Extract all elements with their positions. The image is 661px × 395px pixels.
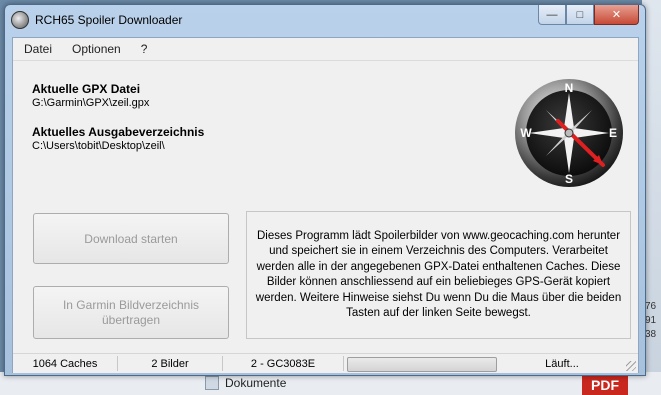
download-start-label: Download starten	[84, 231, 178, 246]
background-number: 76	[645, 301, 657, 312]
status-images-count: 2 Bilder	[118, 356, 223, 371]
status-bar: 1064 Caches 2 Bilder 2 - GC3083E Läuft..…	[13, 353, 638, 373]
app-window: RCH65 Spoiler Downloader — □ ✕ Datei Opt…	[4, 4, 646, 376]
compass-label-w: W	[520, 126, 532, 140]
gpx-file-path: G:\Garmin\GPX\zeil.gpx	[32, 97, 150, 109]
window-controls: — □ ✕	[538, 5, 639, 25]
transfer-garmin-button[interactable]: In Garmin Bildverzeichnis übertragen	[33, 286, 229, 339]
menu-optionen[interactable]: Optionen	[61, 38, 130, 60]
main-content: Aktuelle GPX Datei G:\Garmin\GPX\zeil.gp…	[13, 61, 638, 351]
status-current-cache: 2 - GC3083E	[223, 356, 344, 371]
maximize-button[interactable]: □	[566, 5, 594, 25]
info-panel: Dieses Programm lädt Spoilerbilder von w…	[246, 211, 631, 339]
compass-icon: N E S W	[515, 79, 623, 187]
info-text: Dieses Programm lädt Spoilerbilder von w…	[255, 229, 622, 320]
transfer-label-line1: In Garmin Bildverzeichnis	[62, 297, 200, 312]
compass-label-s: S	[565, 172, 573, 186]
transfer-label-line2: übertragen	[101, 312, 161, 327]
gpx-file-label: Aktuelle GPX Datei	[32, 82, 141, 96]
title-bar[interactable]: RCH65 Spoiler Downloader — □ ✕	[5, 5, 645, 35]
output-dir-path: C:\Users\tobit\Desktop\zeil\	[32, 140, 165, 152]
background-numbers: 76 91 38	[645, 300, 656, 342]
menu-help[interactable]: ?	[130, 38, 157, 60]
documents-label: Dokumente	[225, 376, 287, 390]
background-number: 38	[645, 329, 657, 340]
background-number: 91	[645, 315, 657, 326]
download-progress-bar	[347, 357, 497, 372]
download-start-button[interactable]: Download starten	[33, 213, 229, 264]
resize-grip-icon[interactable]	[626, 361, 636, 371]
output-dir-label: Aktuelles Ausgabeverzeichnis	[32, 125, 205, 139]
status-caches-count: 1064 Caches	[13, 356, 118, 371]
compass-label-n: N	[565, 81, 574, 95]
status-state: Läuft...	[545, 357, 579, 370]
background-documents-item[interactable]: Dokumente	[205, 376, 286, 390]
compass-label-e: E	[609, 126, 617, 140]
app-icon	[11, 11, 29, 29]
menu-bar: Datei Optionen ?	[13, 38, 638, 61]
close-button[interactable]: ✕	[594, 5, 639, 25]
client-area: Datei Optionen ? Aktuelle GPX Datei G:\G…	[12, 37, 639, 373]
menu-datei[interactable]: Datei	[13, 38, 61, 60]
background-pdf-icon: PDF	[582, 374, 628, 395]
folder-icon	[205, 376, 219, 390]
minimize-button[interactable]: —	[538, 5, 566, 25]
window-title: RCH65 Spoiler Downloader	[35, 13, 183, 27]
